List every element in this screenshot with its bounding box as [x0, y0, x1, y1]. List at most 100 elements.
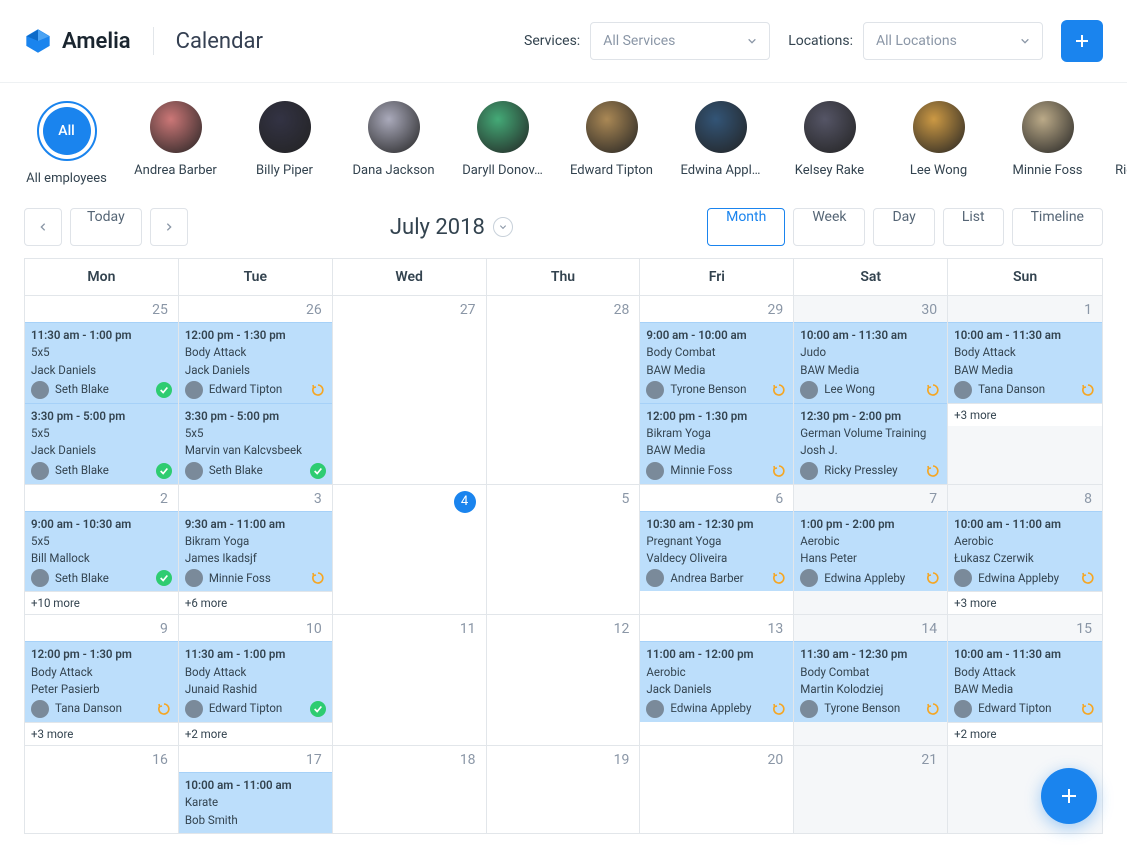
- event-employee: Minnie Foss: [209, 570, 304, 587]
- calendar-event[interactable]: 11:30 am - 1:00 pm5x5Jack DanielsSeth Bl…: [25, 322, 178, 403]
- more-link[interactable]: +10 more: [25, 591, 178, 614]
- day-cell[interactable]: 110:00 am - 11:30 amBody AttackBAW Media…: [948, 296, 1102, 485]
- services-value: All Services: [603, 33, 675, 49]
- calendar-event[interactable]: 10:00 am - 11:00 amKarateBob Smith: [179, 772, 332, 833]
- view-day[interactable]: Day: [873, 208, 934, 246]
- calendar-event[interactable]: 12:00 pm - 1:30 pmBody AttackJack Daniel…: [179, 322, 332, 403]
- day-cell[interactable]: 1011:30 am - 1:00 pmBody AttackJunaid Ra…: [179, 615, 333, 746]
- day-cell[interactable]: 1510:00 am - 11:30 amBody AttackBAW Medi…: [948, 615, 1102, 746]
- day-cell[interactable]: 71:00 pm - 2:00 pmAerobicHans PeterEdwin…: [794, 485, 948, 616]
- employee-filter[interactable]: Billy Piper: [242, 101, 327, 186]
- more-link[interactable]: +2 more: [179, 722, 332, 745]
- event-title: Body Attack: [185, 344, 326, 361]
- view-week[interactable]: Week: [793, 208, 865, 246]
- day-cell[interactable]: 12: [487, 615, 641, 746]
- calendar-event[interactable]: 10:00 am - 11:30 amJudoBAW MediaLee Wong: [794, 322, 947, 403]
- employee-filter[interactable]: Ricky Pressley: [1114, 101, 1127, 186]
- calendar-event[interactable]: 9:00 am - 10:00 amBody CombatBAW MediaTy…: [640, 322, 793, 403]
- event-client: Valdecy Oliveira: [646, 550, 787, 567]
- employee-filter[interactable]: Edwina Appl…: [678, 101, 763, 186]
- day-cell[interactable]: 16: [25, 746, 179, 834]
- day-cell[interactable]: 1311:00 am - 12:00 pmAerobicJack Daniels…: [640, 615, 794, 746]
- day-cell[interactable]: 299:00 am - 10:00 amBody CombatBAW Media…: [640, 296, 794, 485]
- day-cell[interactable]: 2612:00 pm - 1:30 pmBody AttackJack Dani…: [179, 296, 333, 485]
- avatar: [185, 462, 203, 480]
- more-link[interactable]: +3 more: [948, 403, 1102, 426]
- calendar-event[interactable]: 12:00 pm - 1:30 pmBikram YogaBAW MediaMi…: [640, 403, 793, 484]
- day-number: 8: [948, 485, 1102, 511]
- calendar-event[interactable]: 11:30 am - 12:30 pmBody CombatMartin Kol…: [794, 641, 947, 722]
- more-link[interactable]: +6 more: [179, 591, 332, 614]
- day-cell[interactable]: 11: [333, 615, 487, 746]
- employee-filter[interactable]: Lee Wong: [896, 101, 981, 186]
- day-cell[interactable]: 28: [487, 296, 641, 485]
- calendar-event[interactable]: 10:30 am - 12:30 pmPregnant YogaValdecy …: [640, 511, 793, 592]
- locations-select[interactable]: All Locations: [863, 22, 1043, 60]
- employee-filter[interactable]: Daryll Donov…: [460, 101, 545, 186]
- more-link[interactable]: +2 more: [948, 722, 1102, 745]
- employee-filter[interactable]: Minnie Foss: [1005, 101, 1090, 186]
- day-cell[interactable]: 18: [333, 746, 487, 834]
- period-dropdown[interactable]: [493, 217, 513, 237]
- view-list[interactable]: List: [943, 208, 1004, 246]
- day-cell[interactable]: 1710:00 am - 11:00 amKarateBob Smith: [179, 746, 333, 834]
- day-cell[interactable]: 29:00 am - 10:30 am5x5Bill MallockSeth B…: [25, 485, 179, 616]
- check-icon: [310, 701, 326, 717]
- day-cell[interactable]: 1411:30 am - 12:30 pmBody CombatMartin K…: [794, 615, 948, 746]
- day-cell[interactable]: 27: [333, 296, 487, 485]
- event-time: 12:00 pm - 1:30 pm: [646, 408, 787, 425]
- calendar-event[interactable]: 9:30 am - 11:00 amBikram YogaJames Ikads…: [179, 511, 332, 592]
- event-employee: Edward Tipton: [209, 381, 304, 398]
- event-time: 11:00 am - 12:00 pm: [646, 646, 787, 663]
- avatar: [185, 700, 203, 718]
- employee-filter[interactable]: Kelsey Rake: [787, 101, 872, 186]
- day-cell[interactable]: 5: [487, 485, 641, 616]
- event-time: 9:00 am - 10:30 am: [31, 516, 172, 533]
- day-cell[interactable]: 810:00 am - 11:00 amAerobicŁukasz Czerwi…: [948, 485, 1102, 616]
- add-button[interactable]: [1061, 20, 1103, 62]
- services-select[interactable]: All Services: [590, 22, 770, 60]
- today-button[interactable]: Today: [70, 208, 142, 246]
- day-cell[interactable]: 20: [640, 746, 794, 834]
- day-cell[interactable]: 19: [487, 746, 641, 834]
- calendar-event[interactable]: 10:00 am - 11:30 amBody AttackBAW MediaE…: [948, 641, 1102, 722]
- event-employee: Edward Tipton: [209, 700, 304, 717]
- event-employee: Edwina Appleby: [670, 700, 765, 717]
- event-client: BAW Media: [954, 362, 1096, 379]
- day-cell[interactable]: 3010:00 am - 11:30 amJudoBAW MediaLee Wo…: [794, 296, 948, 485]
- employee-filter[interactable]: Dana Jackson: [351, 101, 436, 186]
- calendar-event[interactable]: 11:00 am - 12:00 pmAerobicJack DanielsEd…: [640, 641, 793, 722]
- employee-filter[interactable]: Edward Tipton: [569, 101, 654, 186]
- calendar-event[interactable]: 3:30 pm - 5:00 pm5x5Marvin van Kalcvsbee…: [179, 403, 332, 484]
- recurring-icon: [925, 382, 941, 398]
- day-number: 2: [25, 485, 178, 511]
- avatar: [646, 700, 664, 718]
- day-cell[interactable]: 4: [333, 485, 487, 616]
- prev-button[interactable]: [24, 208, 62, 246]
- calendar-event[interactable]: 1:00 pm - 2:00 pmAerobicHans PeterEdwina…: [794, 511, 947, 592]
- calendar-event[interactable]: 3:30 pm - 5:00 pm5x5Jack DanielsSeth Bla…: [25, 403, 178, 484]
- fab-add[interactable]: [1041, 768, 1097, 824]
- day-cell[interactable]: 912:00 pm - 1:30 pmBody AttackPeter Pasi…: [25, 615, 179, 746]
- more-link[interactable]: +3 more: [25, 722, 178, 745]
- next-button[interactable]: [150, 208, 188, 246]
- calendar-event[interactable]: 10:00 am - 11:00 amAerobicŁukasz Czerwik…: [948, 511, 1102, 592]
- day-number: 4: [333, 485, 486, 517]
- calendar-event[interactable]: 11:30 am - 1:00 pmBody AttackJunaid Rash…: [179, 641, 332, 722]
- calendar-event[interactable]: 10:00 am - 11:30 amBody AttackBAW MediaT…: [948, 322, 1102, 403]
- event-client: BAW Media: [646, 362, 787, 379]
- view-month[interactable]: Month: [707, 208, 785, 246]
- employee-filter[interactable]: Andrea Barber: [133, 101, 218, 186]
- day-cell[interactable]: 610:30 am - 12:30 pmPregnant YogaValdecy…: [640, 485, 794, 616]
- calendar-event[interactable]: 12:00 pm - 1:30 pmBody AttackPeter Pasie…: [25, 641, 178, 722]
- day-number: 27: [333, 296, 486, 322]
- day-cell[interactable]: 2511:30 am - 1:00 pm5x5Jack DanielsSeth …: [25, 296, 179, 485]
- calendar-event[interactable]: 9:00 am - 10:30 am5x5Bill MallockSeth Bl…: [25, 511, 178, 592]
- calendar-event[interactable]: 12:30 pm - 2:00 pmGerman Volume Training…: [794, 403, 947, 484]
- more-link[interactable]: +3 more: [948, 591, 1102, 614]
- day-cell[interactable]: 21: [794, 746, 948, 834]
- day-cell[interactable]: 39:30 am - 11:00 amBikram YogaJames Ikad…: [179, 485, 333, 616]
- employee-filter[interactable]: AllAll employees: [24, 101, 109, 186]
- avatar: [185, 569, 203, 587]
- view-timeline[interactable]: Timeline: [1012, 208, 1103, 246]
